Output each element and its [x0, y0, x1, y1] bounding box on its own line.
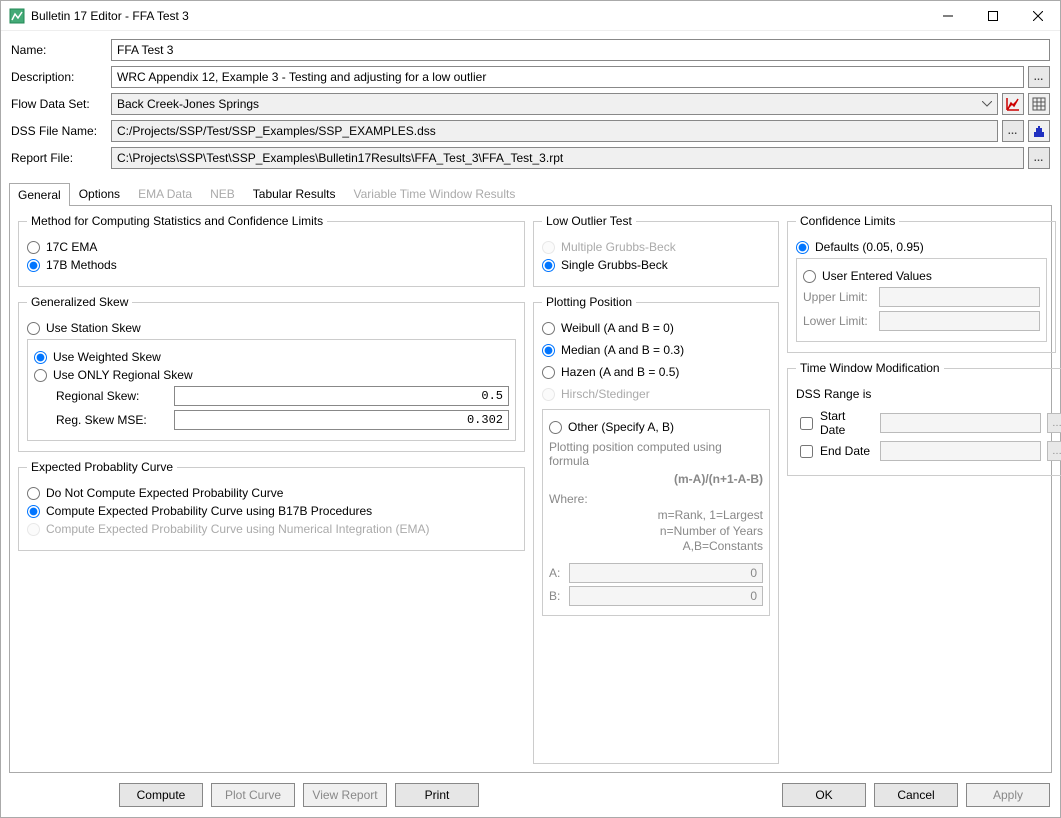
prob-ema-radio: Compute Expected Probability Curve using…: [27, 522, 516, 536]
tab-variable-time-window: Variable Time Window Results: [345, 182, 525, 205]
plot-curve-button: Plot Curve: [211, 783, 295, 807]
view-report-button: View Report: [303, 783, 387, 807]
description-input[interactable]: [111, 66, 1024, 88]
outlier-sgb-radio[interactable]: Single Grubbs-Beck: [542, 258, 770, 272]
plot-other-radio[interactable]: Other (Specify A, B): [549, 420, 763, 434]
button-bar: Compute Plot Curve View Report Print OK …: [1, 777, 1060, 817]
header-form: Name: Description: … Flow Data Set: Back…: [1, 31, 1060, 178]
outlier-mgb-radio: Multiple Grubbs-Beck: [542, 240, 770, 254]
plotting-position-legend: Plotting Position: [542, 295, 636, 309]
plot-hirsch-radio: Hirsch/Stedinger: [542, 387, 770, 401]
flow-plot-icon-button[interactable]: [1002, 93, 1024, 115]
start-date-picker-button: …: [1047, 413, 1061, 433]
window-title: Bulletin 17 Editor - FFA Test 3: [31, 9, 925, 23]
dss-browse-button[interactable]: …: [1002, 120, 1024, 142]
low-outlier-legend: Low Outlier Test: [542, 214, 636, 228]
report-browse-button[interactable]: …: [1028, 147, 1050, 169]
close-button[interactable]: [1015, 1, 1060, 31]
plot-b-label: B:: [549, 589, 563, 603]
lower-limit-input: [879, 311, 1040, 331]
plot-median-radio[interactable]: Median (A and B = 0.3): [542, 343, 770, 357]
plot-def-ab: A,B=Constants: [549, 539, 763, 555]
dss-file-label: DSS File Name:: [11, 124, 107, 138]
time-window-group: Time Window Modification DSS Range is St…: [787, 361, 1061, 476]
bulletin17-editor-window: Bulletin 17 Editor - FFA Test 3 Name: De…: [0, 0, 1061, 818]
reg-skew-mse-label: Reg. Skew MSE:: [34, 413, 174, 427]
tab-strip: General Options EMA Data NEB Tabular Res…: [9, 182, 1052, 206]
plot-a-input: [569, 563, 763, 583]
end-date-picker-button: …: [1047, 441, 1061, 461]
conf-defaults-radio[interactable]: Defaults (0.05, 0.95): [796, 240, 1047, 254]
prob-none-radio[interactable]: Do Not Compute Expected Probability Curv…: [27, 486, 516, 500]
low-outlier-group: Low Outlier Test Multiple Grubbs-Beck Si…: [533, 214, 779, 287]
plot-help-text: Plotting position computed using formula: [549, 440, 763, 468]
method-17c-ema-radio[interactable]: 17C EMA: [27, 240, 516, 254]
plot-def-m: m=Rank, 1=Largest: [549, 508, 763, 524]
general-tab-panel: Method for Computing Statistics and Conf…: [9, 206, 1052, 773]
print-button[interactable]: Print: [395, 783, 479, 807]
report-file-label: Report File:: [11, 151, 107, 165]
report-file-input[interactable]: [111, 147, 1024, 169]
plot-def-n: n=Number of Years: [549, 524, 763, 540]
chevron-down-icon: [980, 97, 994, 111]
upper-limit-label: Upper Limit:: [803, 290, 873, 304]
flow-data-set-combo[interactable]: Back Creek-Jones Springs: [111, 93, 998, 115]
tab-neb: NEB: [201, 182, 244, 205]
flow-data-set-label: Flow Data Set:: [11, 97, 107, 111]
plot-weibull-radio[interactable]: Weibull (A and B = 0): [542, 321, 770, 335]
regional-skew-input[interactable]: [174, 386, 509, 406]
description-browse-button[interactable]: …: [1028, 66, 1050, 88]
tab-options[interactable]: Options: [70, 182, 129, 205]
plot-b-input: [569, 586, 763, 606]
tab-tabular-results[interactable]: Tabular Results: [244, 182, 345, 205]
start-date-input: [880, 413, 1041, 433]
regional-skew-label: Regional Skew:: [34, 389, 174, 403]
maximize-button[interactable]: [970, 1, 1015, 31]
minimize-button[interactable]: [925, 1, 970, 31]
method-group: Method for Computing Statistics and Conf…: [18, 214, 525, 287]
compute-button[interactable]: Compute: [119, 783, 203, 807]
skew-weighted-radio[interactable]: Use Weighted Skew: [34, 350, 509, 364]
confidence-limits-group: Confidence Limits Defaults (0.05, 0.95) …: [787, 214, 1056, 353]
tab-ema-data: EMA Data: [129, 182, 201, 205]
start-date-check[interactable]: Start Date: [796, 409, 874, 437]
name-label: Name:: [11, 43, 107, 57]
plot-where: Where:: [549, 492, 763, 506]
plot-a-label: A:: [549, 566, 563, 580]
end-date-input: [880, 441, 1041, 461]
description-label: Description:: [11, 70, 107, 84]
lower-limit-label: Lower Limit:: [803, 314, 873, 328]
titlebar: Bulletin 17 Editor - FFA Test 3: [1, 1, 1060, 31]
skew-regional-only-radio[interactable]: Use ONLY Regional Skew: [34, 368, 509, 382]
time-window-legend: Time Window Modification: [796, 361, 944, 375]
dss-histogram-icon-button[interactable]: [1028, 120, 1050, 142]
method-17b-radio[interactable]: 17B Methods: [27, 258, 516, 272]
upper-limit-input: [879, 287, 1040, 307]
confidence-limits-legend: Confidence Limits: [796, 214, 899, 228]
name-input[interactable]: [111, 39, 1050, 61]
plot-formula: (m-A)/(n+1-A-B): [549, 472, 763, 486]
flow-data-set-value: Back Creek-Jones Springs: [117, 97, 259, 111]
ok-button[interactable]: OK: [782, 783, 866, 807]
conf-user-radio[interactable]: User Entered Values: [803, 269, 1040, 283]
app-icon: [9, 8, 25, 24]
flow-table-icon-button[interactable]: [1028, 93, 1050, 115]
end-date-check[interactable]: End Date: [796, 442, 874, 461]
skew-legend: Generalized Skew: [27, 295, 132, 309]
reg-skew-mse-input[interactable]: [174, 410, 509, 430]
cancel-button[interactable]: Cancel: [874, 783, 958, 807]
skew-station-radio[interactable]: Use Station Skew: [27, 321, 516, 335]
expected-probability-legend: Expected Probablity Curve: [27, 460, 177, 474]
skew-group: Generalized Skew Use Station Skew Use We…: [18, 295, 525, 452]
method-legend: Method for Computing Statistics and Conf…: [27, 214, 327, 228]
dss-file-input[interactable]: [111, 120, 998, 142]
plot-hazen-radio[interactable]: Hazen (A and B = 0.5): [542, 365, 770, 379]
prob-b17b-radio[interactable]: Compute Expected Probability Curve using…: [27, 504, 516, 518]
apply-button: Apply: [966, 783, 1050, 807]
dss-range-label: DSS Range is: [796, 387, 1061, 401]
tab-general[interactable]: General: [9, 183, 70, 206]
plotting-position-group: Plotting Position Weibull (A and B = 0) …: [533, 295, 779, 764]
expected-probability-group: Expected Probablity Curve Do Not Compute…: [18, 460, 525, 551]
